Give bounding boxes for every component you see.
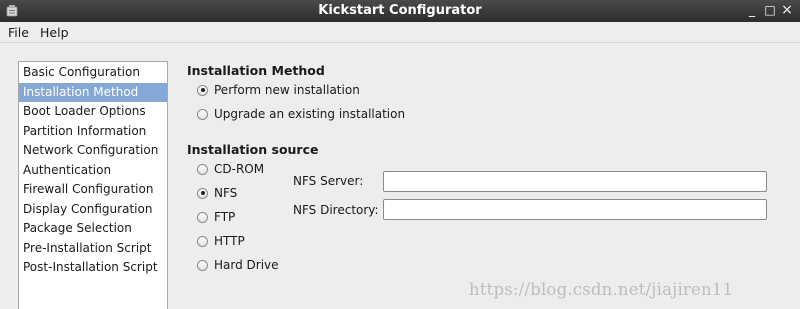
sidebar-item-post-installation-script[interactable]: Post-Installation Script: [19, 258, 167, 278]
radio-indicator: [197, 108, 208, 120]
nfs-directory-label: NFS Directory:: [293, 203, 379, 217]
nfs-radio[interactable]: NFS: [197, 184, 237, 202]
radio-label: Upgrade an existing installation: [214, 107, 406, 121]
radio-label: Hard Drive: [214, 258, 279, 272]
sidebar-item-partition-information[interactable]: Partition Information: [19, 122, 167, 142]
sidebar-item-authentication[interactable]: Authentication: [19, 161, 167, 181]
sidebar-item-basic-configuration[interactable]: Basic Configuration: [19, 63, 167, 83]
radio-indicator: [197, 211, 208, 223]
radio-indicator: [197, 84, 208, 96]
radio-label: Perform new installation: [214, 83, 360, 97]
radio-indicator: [197, 235, 208, 247]
http-radio[interactable]: HTTP: [197, 232, 245, 250]
minimize-button[interactable]: _: [745, 3, 759, 17]
radio-label: FTP: [214, 210, 236, 224]
window-title: Kickstart Configurator: [318, 3, 482, 18]
sidebar-item-boot-loader-options[interactable]: Boot Loader Options: [19, 102, 167, 122]
radio-indicator: [197, 259, 208, 271]
menu-help[interactable]: Help: [40, 25, 69, 40]
nfs-server-input[interactable]: [383, 171, 767, 192]
radio-label: HTTP: [214, 234, 245, 248]
maximize-button[interactable]: □: [763, 3, 777, 17]
sidebar-item-display-configuration[interactable]: Display Configuration: [19, 200, 167, 220]
menu-bar: File Help: [0, 22, 800, 43]
nfs-server-label: NFS Server:: [293, 174, 364, 188]
installation-method-heading: Installation Method: [187, 63, 325, 78]
installation-source-heading: Installation source: [187, 142, 319, 157]
perform-new-installation-radio[interactable]: Perform new installation: [197, 81, 360, 99]
close-button[interactable]: ×: [780, 3, 794, 17]
hard-drive-radio[interactable]: Hard Drive: [197, 256, 279, 274]
sidebar-item-pre-installation-script[interactable]: Pre-Installation Script: [19, 239, 167, 259]
sidebar-item-package-selection[interactable]: Package Selection: [19, 219, 167, 239]
radio-label: NFS: [214, 186, 238, 200]
radio-indicator: [197, 187, 208, 199]
watermark-text: https://blog.csdn.net/jiajiren11: [469, 280, 734, 299]
category-list: Basic Configuration Installation Method …: [18, 61, 168, 309]
cd-rom-radio[interactable]: CD-ROM: [197, 160, 264, 178]
sidebar-item-firewall-configuration[interactable]: Firewall Configuration: [19, 180, 167, 200]
menu-file[interactable]: File: [8, 25, 29, 40]
nfs-directory-input[interactable]: [383, 199, 767, 220]
title-bar: Kickstart Configurator _ □ ×: [0, 0, 800, 22]
ftp-radio[interactable]: FTP: [197, 208, 235, 226]
sidebar-item-network-configuration[interactable]: Network Configuration: [19, 141, 167, 161]
radio-label: CD-ROM: [214, 162, 265, 176]
upgrade-existing-installation-radio[interactable]: Upgrade an existing installation: [197, 105, 405, 123]
sidebar-item-installation-method[interactable]: Installation Method: [19, 82, 167, 102]
radio-indicator: [197, 163, 208, 175]
